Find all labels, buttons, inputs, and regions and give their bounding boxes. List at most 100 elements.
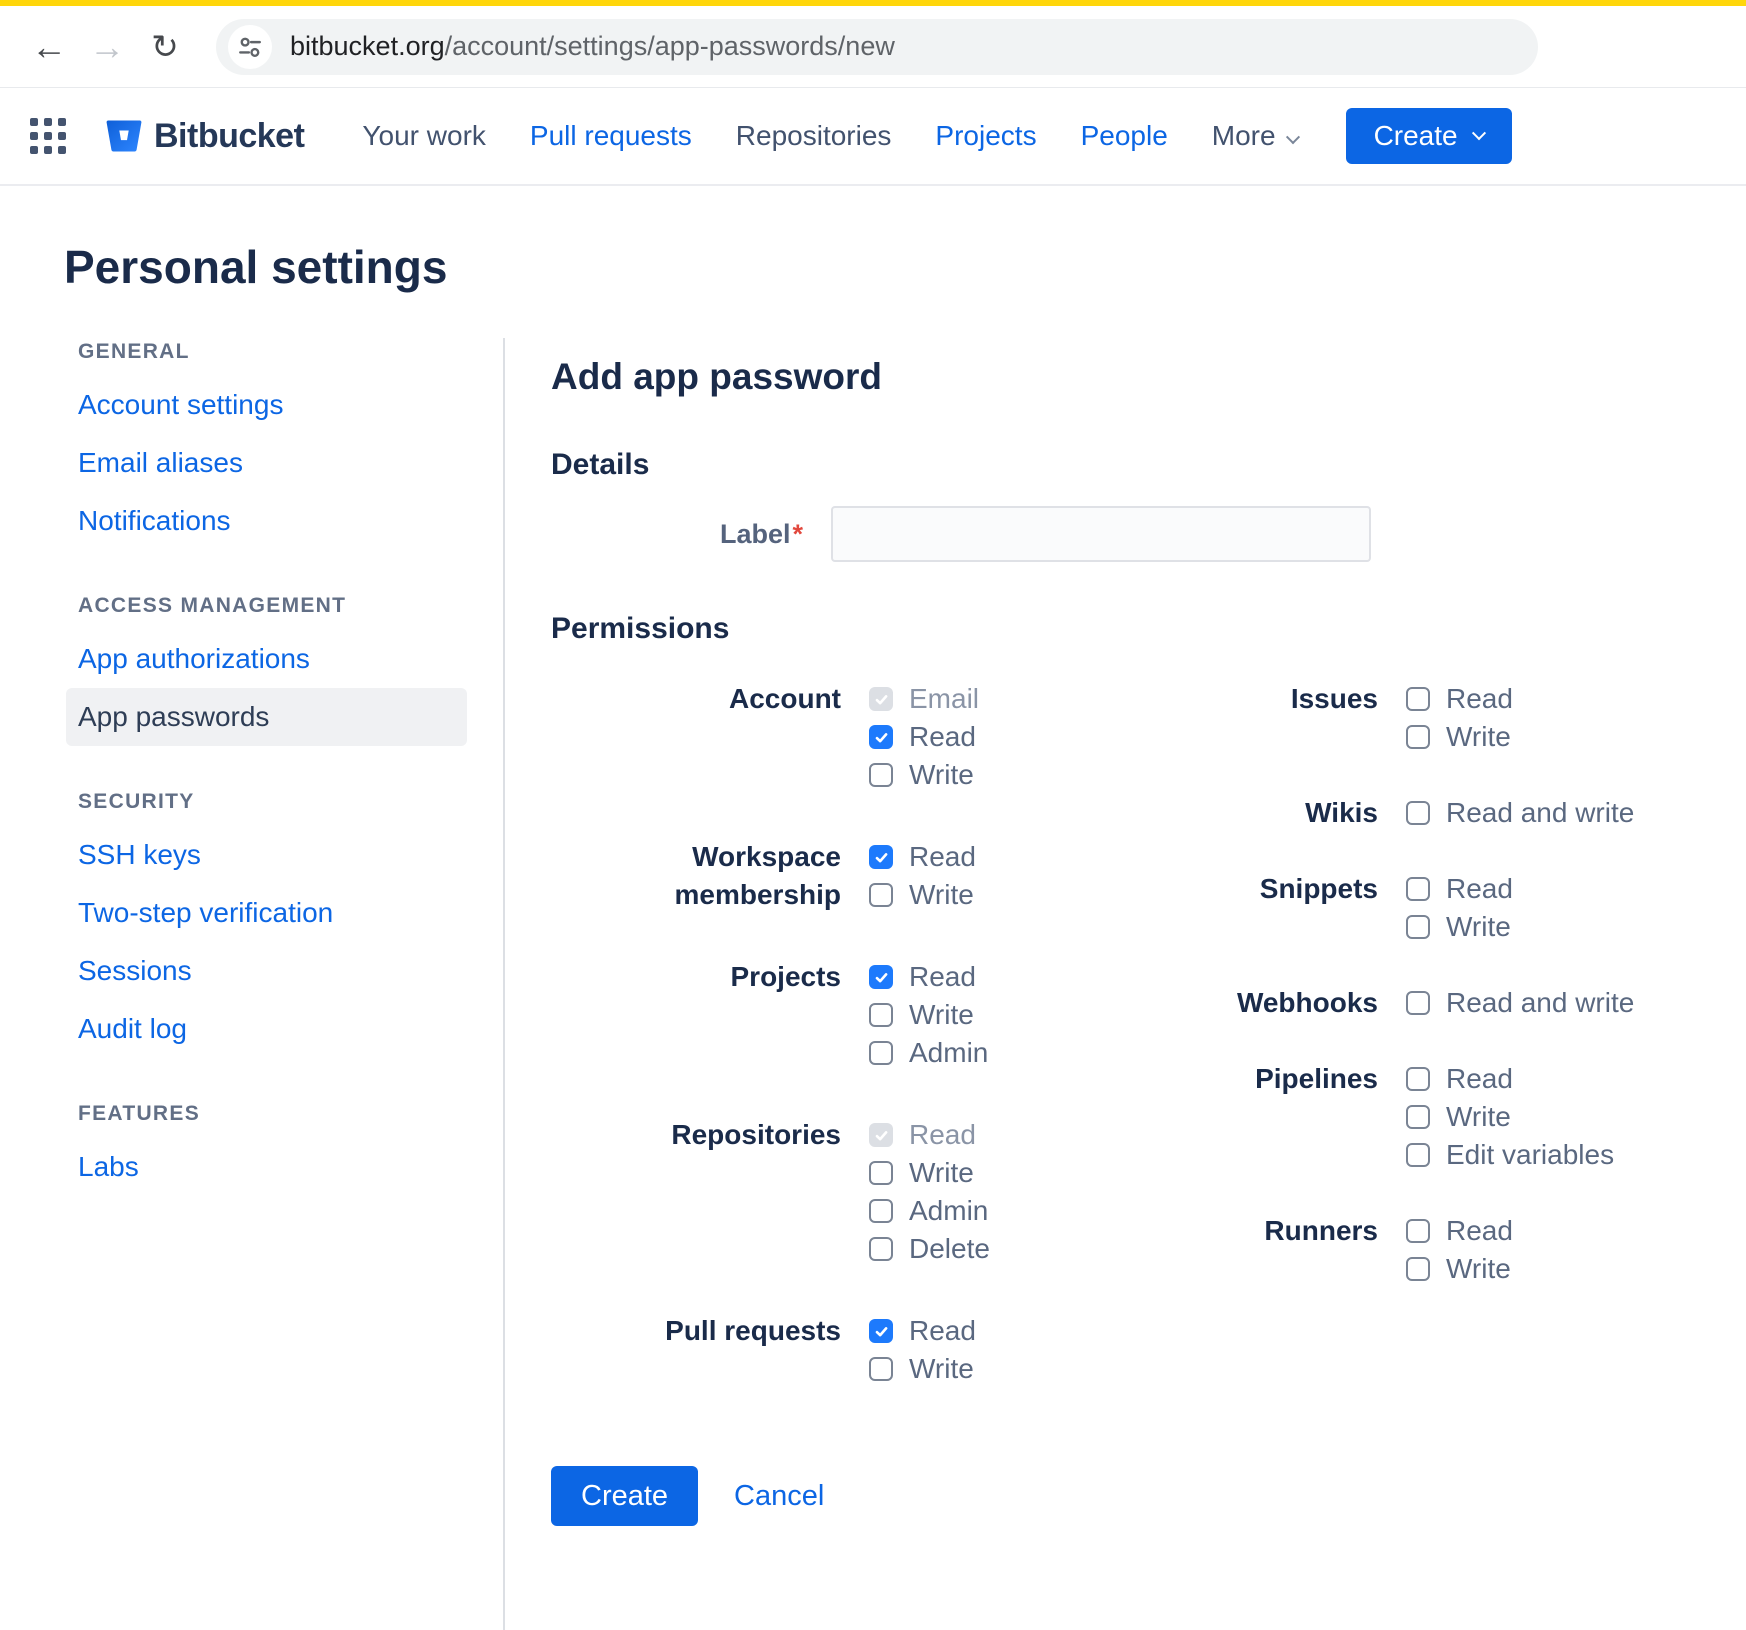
permission-row: Write	[869, 1154, 990, 1192]
sidebar-item-ssh-keys[interactable]: SSH keys	[66, 826, 467, 884]
checkbox-workspace-membership-read[interactable]	[869, 845, 893, 869]
permission-row: Write	[1406, 1098, 1614, 1136]
create-button[interactable]: Create	[551, 1466, 698, 1526]
permission-options: ReadWrite	[869, 1312, 976, 1388]
label-input[interactable]	[831, 506, 1371, 562]
checkbox-label: Read	[1446, 1063, 1513, 1095]
permission-group-webhooks: Webhooks Read and write	[1113, 984, 1716, 1022]
sidebar-item-labs[interactable]: Labs	[66, 1138, 467, 1196]
permission-row: Write	[1406, 908, 1513, 946]
checkbox-pipelines-read[interactable]	[1406, 1067, 1430, 1091]
permission-row: Edit variables	[1406, 1136, 1614, 1174]
nav-item-repositories[interactable]: Repositories	[736, 120, 892, 152]
form-title: Add app password	[551, 356, 1716, 398]
label-field-row: Label*	[551, 506, 1716, 562]
checkbox-label: Write	[909, 759, 974, 791]
checkbox-projects-write[interactable]	[869, 1003, 893, 1027]
permission-options: ReadWriteAdminDelete	[869, 1116, 990, 1268]
checkbox-snippets-read[interactable]	[1406, 877, 1430, 901]
checkbox-webhooks-read-and-write[interactable]	[1406, 991, 1430, 1015]
permission-group-pull-requests: Pull requestsReadWrite	[551, 1312, 1113, 1388]
checkbox-account-write[interactable]	[869, 763, 893, 787]
permission-options: Email Read Write	[869, 680, 979, 794]
permission-group-label: Issues	[1113, 680, 1378, 756]
checkbox-pull-requests-write[interactable]	[869, 1357, 893, 1381]
checkbox-projects-read[interactable]	[869, 965, 893, 989]
browser-reload-button[interactable]: ↻	[136, 27, 194, 66]
checkbox-issues-read[interactable]	[1406, 687, 1430, 711]
sidebar-heading-general: GENERAL	[66, 340, 467, 364]
checkbox-wikis-read-and-write[interactable]	[1406, 801, 1430, 825]
checkbox-repositories-delete[interactable]	[869, 1237, 893, 1261]
permission-group-label: Wikis	[1113, 794, 1378, 832]
permission-group-label: Projects	[551, 958, 841, 1072]
nav-item-people[interactable]: People	[1081, 120, 1168, 152]
checkbox-projects-admin[interactable]	[869, 1041, 893, 1065]
settings-sidebar: GENERAL Account settingsEmail aliasesNoti…	[0, 338, 503, 1630]
permission-group-label: Pipelines	[1113, 1060, 1378, 1174]
sidebar-item-notifications[interactable]: Notifications	[66, 492, 467, 550]
checkbox-label: Admin	[909, 1195, 988, 1227]
permission-group-repositories: RepositoriesReadWriteAdminDelete	[551, 1116, 1113, 1268]
sidebar-heading-features: FEATURES	[66, 1102, 467, 1126]
checkbox-pipelines-write[interactable]	[1406, 1105, 1430, 1129]
nav-item-your-work[interactable]: Your work	[362, 120, 485, 152]
checkbox-repositories-admin[interactable]	[869, 1199, 893, 1223]
permissions-column-1: AccountEmailReadWriteWorkspace membershi…	[551, 680, 1113, 1388]
checkbox-runners-read[interactable]	[1406, 1219, 1430, 1243]
url-path: /account/settings/app-passwords/new	[445, 31, 895, 61]
permission-group-label: Account	[551, 680, 841, 794]
permission-group-label: Runners	[1113, 1212, 1378, 1288]
browser-chrome: ← → ↻ bitbucket.org/account/settings/app…	[0, 6, 1746, 88]
checkbox-label: Read	[1446, 873, 1513, 905]
permission-options: ReadWrite	[1406, 870, 1513, 946]
permission-row: Read	[869, 718, 979, 756]
chevron-down-icon	[1472, 126, 1486, 140]
checkbox-label: Read and write	[1446, 797, 1634, 829]
url-text: bitbucket.org/account/settings/app-passw…	[290, 31, 895, 62]
checkbox-repositories-write[interactable]	[869, 1161, 893, 1185]
permission-group-label: Webhooks	[1113, 984, 1378, 1022]
sidebar-item-email-aliases[interactable]: Email aliases	[66, 434, 467, 492]
checkbox-pipelines-edit-variables[interactable]	[1406, 1143, 1430, 1167]
checkbox-pull-requests-read[interactable]	[869, 1319, 893, 1343]
create-menu-button[interactable]: Create	[1346, 108, 1512, 164]
permission-group-label: Snippets	[1113, 870, 1378, 946]
checkbox-label: Read	[909, 1315, 976, 1347]
cancel-link[interactable]: Cancel	[734, 1480, 824, 1513]
nav-item-more[interactable]: More	[1212, 120, 1298, 152]
sidebar-item-account-settings[interactable]: Account settings	[66, 376, 467, 434]
nav-item-pull-requests[interactable]: Pull requests	[530, 120, 692, 152]
permission-row: Write	[1406, 1250, 1513, 1288]
checkbox-account-read[interactable]	[869, 725, 893, 749]
permission-row: Read	[869, 838, 976, 876]
permission-options: Read and write	[1406, 984, 1634, 1022]
bitbucket-bucket-icon	[106, 119, 142, 153]
sidebar-item-app-authorizations[interactable]: App authorizations	[66, 630, 467, 688]
sidebar-item-two-step-verification[interactable]: Two-step verification	[66, 884, 467, 942]
bitbucket-logo[interactable]: Bitbucket	[106, 117, 304, 156]
permission-options: ReadWrite	[869, 838, 976, 914]
browser-back-button[interactable]: ←	[20, 26, 78, 68]
checkbox-issues-write[interactable]	[1406, 725, 1430, 749]
permission-options: ReadWrite	[1406, 680, 1513, 756]
checkbox-label: Write	[909, 999, 974, 1031]
site-settings-button[interactable]	[228, 25, 272, 69]
permission-options: ReadWriteEdit variables	[1406, 1060, 1614, 1174]
permission-row: Admin	[869, 1034, 988, 1072]
checkbox-snippets-write[interactable]	[1406, 915, 1430, 939]
sidebar-item-sessions[interactable]: Sessions	[66, 942, 467, 1000]
address-bar[interactable]: bitbucket.org/account/settings/app-passw…	[216, 19, 1538, 75]
sidebar-item-app-passwords[interactable]: App passwords	[66, 688, 467, 746]
app-switcher-icon[interactable]	[30, 118, 66, 154]
nav-item-projects[interactable]: Projects	[935, 120, 1036, 152]
checkbox-runners-write[interactable]	[1406, 1257, 1430, 1281]
checkbox-repositories-read	[869, 1123, 893, 1147]
checkbox-label: Email	[909, 683, 979, 715]
checkbox-workspace-membership-write[interactable]	[869, 883, 893, 907]
sidebar-item-audit-log[interactable]: Audit log	[66, 1000, 467, 1058]
checkbox-label: Write	[909, 879, 974, 911]
checkbox-label: Read	[909, 721, 976, 753]
label-text: Label	[720, 519, 791, 549]
permission-row: Write	[1406, 718, 1513, 756]
